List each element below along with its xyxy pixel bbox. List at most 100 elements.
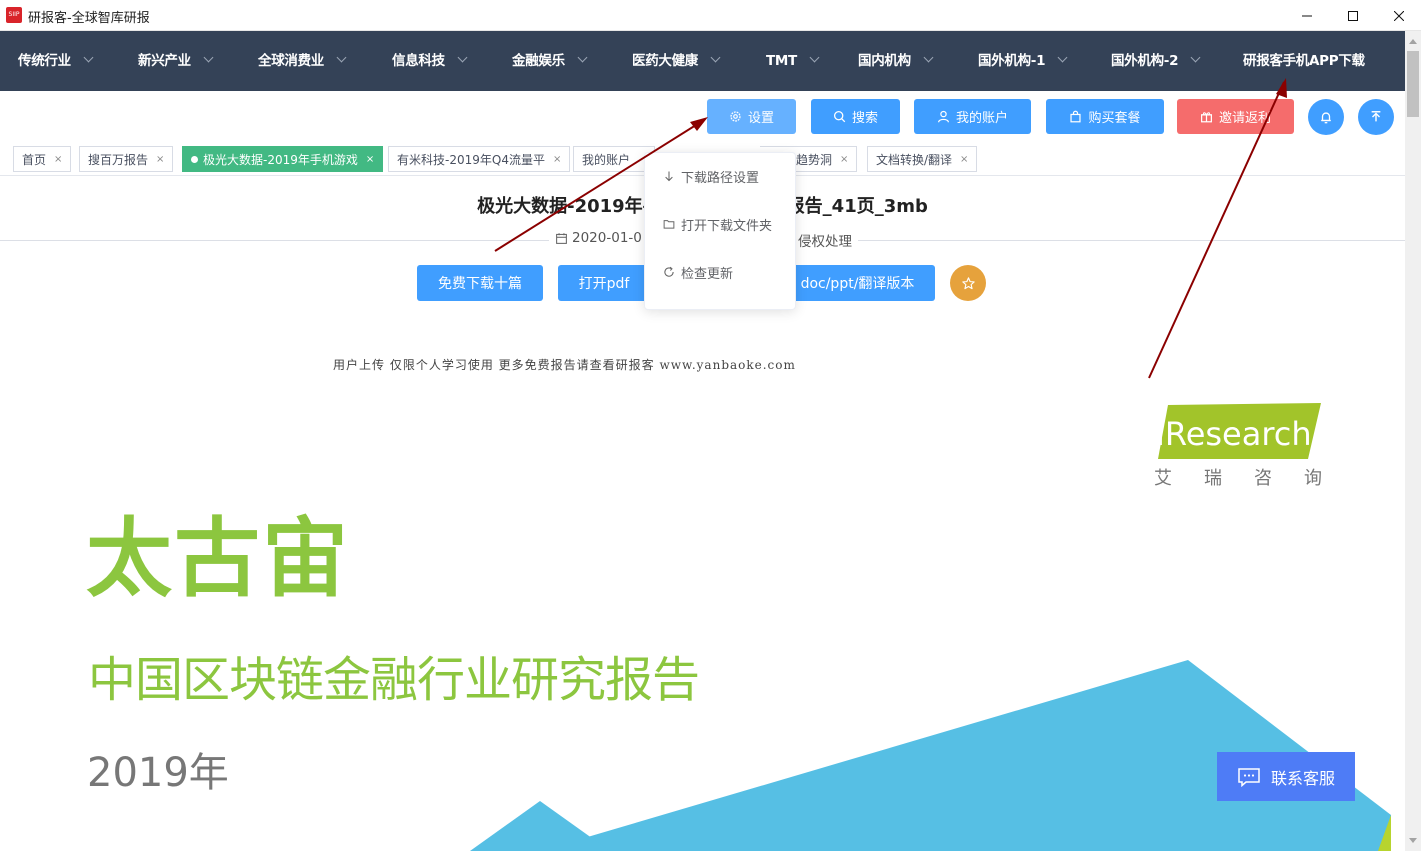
vertical-scrollbar[interactable] — [1405, 31, 1421, 851]
menu-item-label: 下载路径设置 — [681, 170, 760, 186]
bell-icon — [1321, 112, 1331, 124]
refresh-icon — [664, 266, 674, 277]
tab-youmi-report[interactable]: 有米科技-2019年Q4流量平 × — [388, 146, 571, 172]
nav-item-domestic[interactable]: 国内机构 — [858, 31, 934, 91]
close-button[interactable] — [1376, 0, 1421, 31]
nav-item-label: 新兴产业 — [138, 53, 191, 69]
tab-label: 搜百万报告 — [88, 152, 149, 167]
tab-close-icon[interactable]: × — [366, 154, 374, 165]
open-pdf-button[interactable]: 打开pdf — [558, 265, 650, 301]
chevron-down-icon — [457, 52, 468, 63]
my-account-label: 我的账户 — [955, 111, 1008, 126]
download-path-setting[interactable]: 下载路径设置 — [645, 162, 795, 190]
logo-char: 瑞 — [1204, 468, 1222, 489]
buy-plan-label: 购买套餐 — [1088, 111, 1141, 126]
my-account-button[interactable]: 我的账户 — [914, 99, 1031, 134]
menu-item-label: 打开下载文件夹 — [681, 218, 773, 234]
window-title: 研报客-全球智库研报 — [28, 11, 150, 26]
scroll-up-icon[interactable] — [1409, 39, 1417, 44]
tab-home[interactable]: 首页 × — [13, 146, 72, 172]
settings-dropdown: 下载路径设置 打开下载文件夹 检查更新 — [644, 152, 796, 310]
tab-label: 我的账户 — [582, 152, 631, 167]
tab-label: 首页 — [22, 152, 47, 167]
nav-item-it[interactable]: 信息科技 — [392, 31, 468, 91]
arrow-down-icon — [665, 171, 673, 182]
chevron-down-icon — [336, 52, 347, 63]
app-window: SIIP 研报客-全球智库研报 传统行业 新兴产业 全球消费业 信息科技 金融娱… — [0, 0, 1421, 851]
nav-item-label: 国外机构-1 — [978, 53, 1046, 69]
chevron-down-icon — [203, 52, 214, 63]
invite-rebate-button[interactable]: 邀请返利 — [1177, 99, 1294, 134]
scroll-thumb[interactable] — [1407, 51, 1419, 117]
chevron-down-icon — [809, 52, 820, 63]
nav-item-consumer[interactable]: 全球消费业 — [258, 31, 347, 91]
nav-item-label: 国外机构-2 — [1111, 53, 1179, 69]
free-download-button[interactable]: 免费下载十篇 — [417, 265, 543, 301]
gear-icon — [730, 111, 741, 122]
tab-close-icon[interactable]: × — [960, 154, 968, 165]
logo-subtitle: 艾 瑞 咨 询 — [1154, 464, 1322, 490]
upload-button[interactable] — [1358, 99, 1394, 135]
nav-item-foreign-1[interactable]: 国外机构-1 — [978, 31, 1068, 91]
logo-text: iResearch — [1156, 415, 1312, 453]
tab-doc-convert[interactable]: 文档转换/翻译 × — [867, 146, 978, 172]
search-icon — [833, 110, 846, 123]
maximize-button[interactable] — [1330, 0, 1376, 31]
main-nav: 传统行业 新兴产业 全球消费业 信息科技 金融娱乐 医药大健康 TMT 国内机构… — [0, 31, 1405, 91]
contact-support-button[interactable]: 联系客服 — [1217, 752, 1355, 801]
search-button-label: 搜索 — [851, 111, 878, 126]
search-button[interactable]: 搜索 — [811, 99, 900, 134]
minimize-button[interactable] — [1284, 0, 1330, 31]
nav-item-label: 医药大健康 — [632, 53, 698, 69]
tab-close-icon[interactable]: × — [54, 154, 62, 165]
star-icon — [961, 276, 975, 289]
nav-item-label: 全球消费业 — [258, 53, 324, 69]
nav-item-foreign-2[interactable]: 国外机构-2 — [1111, 31, 1201, 91]
notification-button[interactable] — [1308, 99, 1344, 135]
gift-icon — [1201, 112, 1212, 123]
tab-close-icon[interactable]: × — [156, 154, 164, 165]
settings-button[interactable]: 设置 — [707, 99, 796, 134]
nav-item-traditional[interactable]: 传统行业 — [18, 31, 94, 91]
tab-label: 极光大数据-2019年手机游戏 — [203, 152, 358, 167]
nav-item-label: 金融娱乐 — [512, 53, 565, 69]
cover-big-title: 太古宙 — [86, 509, 350, 609]
check-update[interactable]: 检查更新 — [645, 258, 795, 286]
tab-close-icon[interactable]: × — [553, 154, 561, 165]
close-icon — [1394, 10, 1404, 21]
tab-close-icon[interactable]: × — [840, 154, 848, 165]
contact-support-label: 联系客服 — [1270, 768, 1335, 788]
scroll-down-icon[interactable] — [1409, 838, 1417, 843]
nav-item-health[interactable]: 医药大健康 — [632, 31, 721, 91]
settings-button-label: 设置 — [747, 111, 774, 126]
chevron-down-icon — [83, 52, 94, 63]
calendar-icon — [556, 232, 567, 244]
maximize-icon — [1348, 10, 1358, 21]
favorite-button[interactable] — [950, 265, 986, 301]
invite-rebate-label: 邀请返利 — [1218, 111, 1271, 126]
chat-icon — [1238, 767, 1260, 787]
shopping-bag-icon — [1070, 110, 1082, 123]
nav-item-app-download[interactable]: 研报客手机APP下载 — [1243, 31, 1365, 91]
nav-item-tmt[interactable]: TMT — [766, 31, 820, 91]
tab-label: 文档转换/翻译 — [876, 152, 953, 167]
nav-item-finance[interactable]: 金融娱乐 — [512, 31, 588, 91]
active-dot-icon — [191, 155, 198, 163]
nav-item-label: 信息科技 — [392, 53, 445, 69]
app-logo-icon: SIIP — [6, 7, 22, 23]
infringement-link[interactable]: 侵权处理 — [792, 230, 858, 250]
chevron-down-icon — [577, 52, 588, 63]
buy-plan-button[interactable]: 购买套餐 — [1046, 99, 1164, 134]
upload-icon — [1371, 111, 1381, 122]
tab-jiguang-report[interactable]: 极光大数据-2019年手机游戏 × — [182, 146, 384, 172]
tab-my-account[interactable]: 我的账户 — [573, 146, 655, 172]
nav-item-emerging[interactable]: 新兴产业 — [138, 31, 214, 91]
tab-label: 趋势洞 — [796, 152, 833, 167]
nav-item-label: TMT — [766, 53, 797, 69]
open-download-folder[interactable]: 打开下载文件夹 — [645, 210, 795, 238]
tab-search-reports[interactable]: 搜百万报告 × — [79, 146, 174, 172]
doc-version-button[interactable]: doc/ppt/翻译版本 — [780, 265, 935, 301]
logo-char: 艾 — [1154, 468, 1172, 489]
chevron-down-icon — [1190, 52, 1201, 63]
nav-item-label: 传统行业 — [18, 53, 71, 69]
